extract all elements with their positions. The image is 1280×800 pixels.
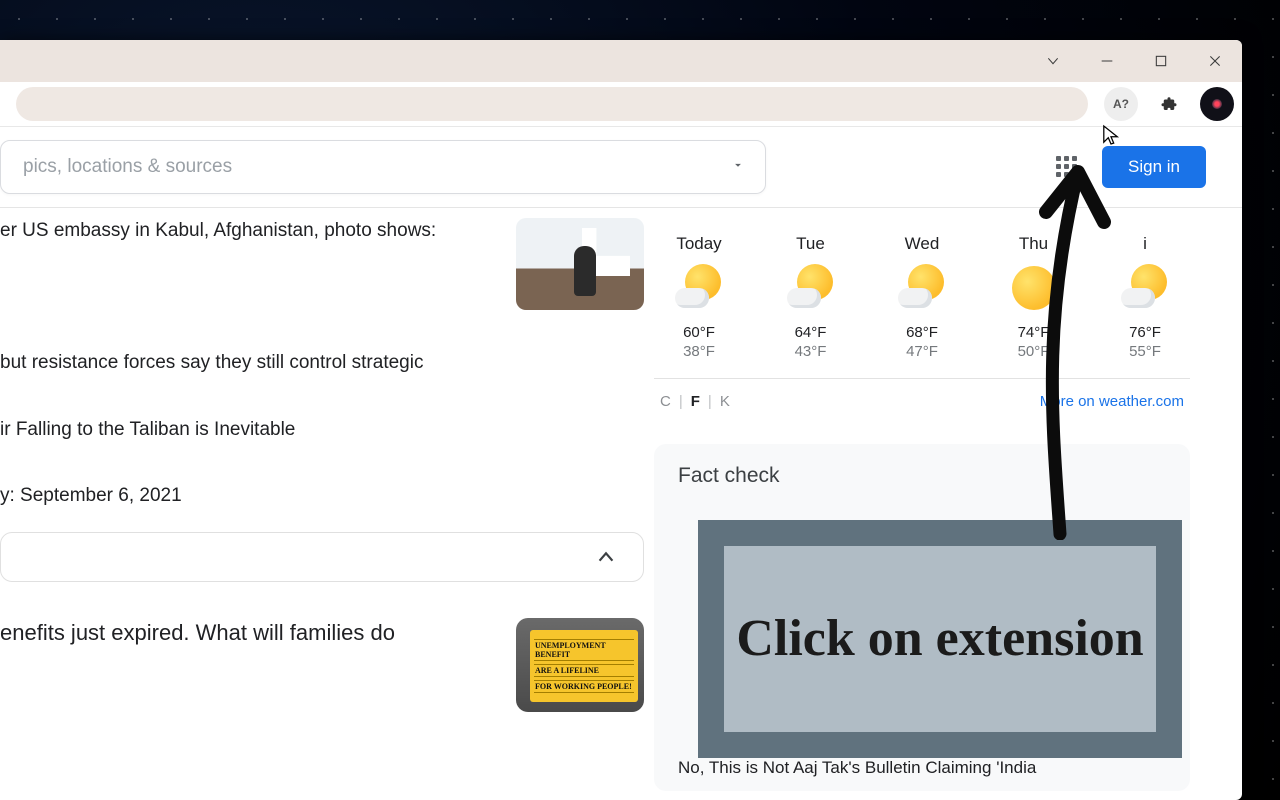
weather-icon bbox=[787, 264, 835, 312]
article-title: ir Falling to the Taliban is Inevitable bbox=[0, 417, 644, 444]
apps-grid-icon[interactable] bbox=[1056, 156, 1078, 178]
weather-temps: 60°F38°F bbox=[660, 324, 738, 360]
profile-avatar[interactable] bbox=[1200, 87, 1234, 121]
weather-temps: 76°F55°F bbox=[1106, 324, 1184, 360]
page-header: Sign in bbox=[0, 127, 1242, 208]
weather-temps: 64°F43°F bbox=[772, 324, 850, 360]
fact-check-heading: Fact check bbox=[678, 464, 1166, 488]
article-row[interactable]: er US embassy in Kabul, Afghanistan, pho… bbox=[0, 208, 644, 340]
articles-column: er US embassy in Kabul, Afghanistan, pho… bbox=[0, 208, 654, 800]
weather-day[interactable]: i 76°F55°F bbox=[1106, 234, 1184, 360]
unit-toggle[interactable]: C|F|K bbox=[660, 393, 730, 410]
weather-icon bbox=[1121, 264, 1169, 312]
search-box[interactable] bbox=[0, 140, 766, 194]
weather-widget: Today 60°F38°F Tue 64°F43°F Wed 68°F47°F Thu 74… bbox=[654, 226, 1190, 410]
weather-icon bbox=[675, 264, 723, 312]
article-row[interactable]: y: September 6, 2021 bbox=[0, 473, 644, 524]
article-title: er US embassy in Kabul, Afghanistan, pho… bbox=[0, 218, 516, 245]
address-bar[interactable] bbox=[16, 87, 1088, 121]
instruction-callout: Click on extension bbox=[698, 520, 1182, 758]
weather-icon bbox=[898, 264, 946, 312]
extension-icon[interactable]: A? bbox=[1104, 87, 1138, 121]
weather-day[interactable]: Today 60°F38°F bbox=[660, 234, 738, 360]
callout-text: Click on extension bbox=[736, 609, 1143, 669]
article-row[interactable]: enefits just expired. What will families… bbox=[0, 608, 644, 742]
article-row[interactable]: but resistance forces say they still con… bbox=[0, 340, 644, 407]
article-row[interactable]: ir Falling to the Taliban is Inevitable bbox=[0, 407, 644, 474]
protest-sign: UNEMPLOYMENT BENEFIT ARE A LIFELINE FOR … bbox=[530, 630, 638, 702]
cursor-icon bbox=[1102, 124, 1120, 151]
search-input[interactable] bbox=[21, 155, 731, 179]
weather-day-label: Today bbox=[660, 234, 738, 254]
close-button[interactable] bbox=[1206, 52, 1224, 70]
weather-day-label: Tue bbox=[772, 234, 850, 254]
weather-day-label: i bbox=[1106, 234, 1184, 254]
collapse-toggle[interactable] bbox=[0, 532, 644, 582]
weather-temps: 74°F50°F bbox=[995, 324, 1073, 360]
browser-toolbar: A? bbox=[0, 82, 1242, 127]
browser-window: A? Sign in er US embassy in Kabul, Afgha… bbox=[0, 40, 1242, 800]
extensions-puzzle-icon[interactable] bbox=[1152, 87, 1186, 121]
tab-dropdown-icon[interactable] bbox=[1044, 52, 1062, 70]
minimize-button[interactable] bbox=[1098, 52, 1116, 70]
weather-day[interactable]: Tue 64°F43°F bbox=[772, 234, 850, 360]
weather-day[interactable]: Wed 68°F47°F bbox=[883, 234, 961, 360]
maximize-button[interactable] bbox=[1152, 52, 1170, 70]
weather-day-label: Thu bbox=[995, 234, 1073, 254]
window-titlebar bbox=[0, 40, 1242, 82]
article-title: but resistance forces say they still con… bbox=[0, 350, 644, 377]
article-title: enefits just expired. What will families… bbox=[0, 618, 516, 649]
weather-more-link[interactable]: More on weather.com bbox=[1040, 393, 1184, 410]
sign-in-button[interactable]: Sign in bbox=[1102, 146, 1206, 188]
article-thumbnail bbox=[516, 218, 644, 310]
weather-day[interactable]: Thu 74°F50°F bbox=[995, 234, 1073, 360]
weather-temps: 68°F47°F bbox=[883, 324, 961, 360]
weather-day-label: Wed bbox=[883, 234, 961, 254]
weather-icon bbox=[1010, 264, 1058, 312]
article-title: y: September 6, 2021 bbox=[0, 483, 644, 510]
article-thumbnail: UNEMPLOYMENT BENEFIT ARE A LIFELINE FOR … bbox=[516, 618, 644, 712]
chevron-down-icon[interactable] bbox=[731, 158, 745, 177]
